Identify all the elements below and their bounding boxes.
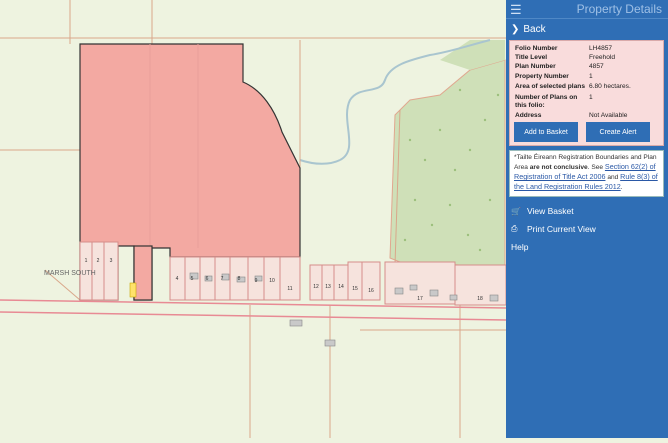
detail-value: 4857 (589, 63, 604, 70)
detail-key: Number of Plans on this folio: (515, 94, 578, 109)
property-details-panel: ☰ Property Details ❯ Back Folio Number L… (506, 0, 668, 438)
plot-label: 16 (368, 288, 374, 294)
plot-label: 7 (221, 276, 224, 282)
disclaimer-text: . (620, 184, 623, 191)
plot-label: 5 (191, 276, 194, 282)
plot-label: 9 (255, 278, 258, 284)
plot-label: 10 (269, 278, 275, 284)
plot-label: 2 (97, 258, 100, 264)
disclaimer-bold: are not conclusive (529, 164, 588, 171)
plot-label: 1 (85, 258, 88, 264)
view-basket-link[interactable]: 🛒 View Basket (511, 206, 574, 216)
panel-header: ☰ Property Details (506, 0, 668, 19)
plot-label: 18 (477, 296, 483, 302)
detail-value: 6.80 hectares. (589, 83, 631, 90)
cart-icon: 🛒 (511, 206, 521, 216)
plot-label: 3 (110, 258, 113, 264)
disclaimer-text: and (605, 174, 621, 181)
plot-label: 12 (313, 284, 319, 290)
printer-icon: ⎙ (511, 224, 518, 233)
map-canvas[interactable]: 1 2 3 4 5 6 7 8 9 10 11 12 13 14 15 16 1… (0, 0, 507, 438)
detail-key: Plan Number (515, 63, 556, 70)
hamburger-menu-icon[interactable]: ☰ (506, 3, 524, 16)
detail-key: Area of selected plans (515, 83, 585, 90)
panel-title: Property Details (576, 2, 662, 16)
detail-key: Address (515, 112, 542, 119)
print-view-label: Print Current View (527, 224, 596, 234)
detail-value: Not Available (589, 112, 628, 119)
help-label: Help (511, 242, 529, 252)
create-alert-button[interactable]: Create Alert (586, 122, 650, 142)
disclaimer-box: *Tailte Éireann Registration Boundaries … (509, 150, 664, 197)
back-button[interactable]: ❯ Back (506, 21, 668, 38)
detail-value: LH4857 (589, 45, 613, 52)
disclaimer-text: . See (587, 164, 605, 171)
location-marker (129, 282, 137, 298)
plot-label: 8 (238, 276, 241, 282)
plot-label: 17 (417, 296, 423, 302)
plot-label: 13 (325, 284, 331, 290)
detail-key: Folio Number (515, 45, 558, 52)
plot-label: 14 (338, 284, 344, 290)
chevron-right-icon: ❯ (511, 24, 520, 35)
plot-label: 6 (206, 276, 209, 282)
plot-label: 4 (176, 276, 179, 282)
back-label: Back (523, 24, 546, 35)
view-basket-label: View Basket (527, 206, 574, 216)
detail-key: Title Level (515, 54, 548, 61)
townland-label: MARSH SOUTH (44, 270, 96, 277)
plot-label: 15 (352, 286, 358, 292)
plot-label: 11 (287, 286, 292, 292)
detail-key: Property Number (515, 73, 569, 80)
property-details-card: Folio Number LH4857 Title Level Freehold… (509, 40, 664, 146)
detail-value: Freehold (589, 54, 616, 61)
map-svg[interactable]: 1 2 3 4 5 6 7 8 9 10 11 12 13 14 15 16 1… (0, 0, 507, 438)
add-to-basket-button[interactable]: Add to Basket (514, 122, 578, 142)
print-view-link[interactable]: ⎙ Print Current View (511, 224, 596, 234)
detail-value: 1 (589, 73, 593, 80)
detail-value: 1 (589, 94, 593, 101)
help-link[interactable]: Help (511, 242, 528, 252)
